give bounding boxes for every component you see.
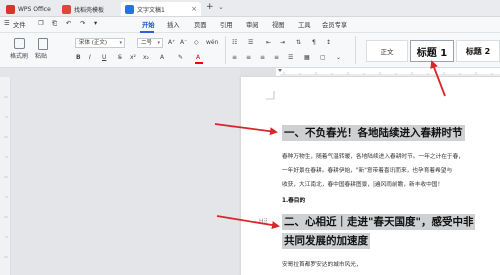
tab-label: 找稻壳模板 [74,6,105,14]
vertical-ruler[interactable] [0,77,11,275]
paste-label[interactable]: 粘贴 [35,52,47,62]
menu-page[interactable]: 页面 [194,20,207,29]
menu-insert[interactable]: 插入 [167,20,180,29]
font-size-select[interactable]: 二号 ▾ [137,38,163,48]
print-icon[interactable]: ⎗ [52,20,57,28]
horizontal-ruler[interactable] [240,68,500,77]
format-painter-icon[interactable] [14,38,25,49]
tab-label: 文字文稿1 [137,6,165,14]
redo-icon[interactable]: ↷ [80,20,85,27]
font-color-bar [195,62,203,64]
more-icon[interactable]: ▾ [94,20,97,27]
align-right-icon[interactable]: ≡ [260,53,265,63]
distribute-icon[interactable]: ☰ [288,53,293,63]
heading-1-text[interactable]: 一、不负春光！各地陆续进入春耕时节 [282,125,465,141]
border-icon[interactable]: ▢ [320,53,326,63]
font-family-select[interactable]: 宋体 (正文) ▾ [75,38,125,48]
bold-button[interactable]: B [76,53,81,63]
tab-label: WPS Office [18,5,51,13]
shading-icon[interactable]: ▦ [304,53,310,63]
close-tab-icon[interactable]: × [191,5,197,13]
font-effect-icon[interactable]: A [160,53,164,63]
style-heading-2-label: 标题 2 [465,46,491,56]
decrease-indent-icon[interactable]: ⇤ [266,38,271,48]
tab-template[interactable]: 找稻壳模板 [58,2,120,16]
line-spacing-icon[interactable]: ↕ [326,38,331,48]
grow-font-icon[interactable]: A⁺ [168,38,175,48]
ribbon-divider [225,36,226,64]
undo-icon[interactable]: ↶ [66,20,71,27]
vertical-ruler-ticks [4,96,8,258]
shrink-font-icon[interactable]: A⁻ [180,38,187,48]
menu-member[interactable]: 会员专享 [322,20,347,29]
strikethrough-icon[interactable]: S̶ [118,53,122,63]
sort-icon[interactable]: ⇅ [296,38,301,48]
style-heading-1-label: 标题 1 [416,47,448,59]
menu-review[interactable]: 审阅 [246,20,259,29]
style-normal[interactable]: 正文 [366,40,408,62]
underline-button[interactable]: U [102,53,106,63]
paragraph-line[interactable]: 一年好景在春耕。春耕伊始，"新"意带着喜讯而来，也孕育着希望与 [282,168,452,175]
align-left-icon[interactable]: ≡ [232,53,237,63]
wps-logo-icon [6,4,15,14]
phonetic-icon[interactable]: wén [206,38,218,48]
heading-2-line2[interactable]: 共同发展的加速度 [282,233,370,249]
file-menu[interactable]: 文件 [13,20,26,29]
font-family-value: 宋体 (正文) [79,40,108,46]
para-settings-icon[interactable]: ⌄ [336,53,341,63]
tab-list-icon[interactable]: ⌄ [218,3,224,11]
save-icon[interactable]: ❐ [38,20,44,27]
new-tab-button[interactable]: + [206,2,214,12]
menu-home[interactable]: 开始 [142,20,155,29]
menu-view[interactable]: 视图 [272,20,285,29]
drag-handle-icon[interactable]: H⠿ [259,218,268,225]
italic-button[interactable]: I [89,53,91,63]
tab-document[interactable]: 文字文稿1 × [121,2,201,16]
paragraph-line[interactable]: 安哥拉首都罗安达的城市风光， [282,262,362,269]
clear-format-icon[interactable]: ◇ [194,38,199,48]
tab-wps-office[interactable]: WPS Office [2,2,56,16]
style-heading-1[interactable]: 标题 1 [410,40,454,62]
menu-tools[interactable]: 工具 [298,20,311,29]
align-center-icon[interactable]: ≡ [246,53,251,63]
paste-icon[interactable] [38,38,48,50]
superscript-icon[interactable]: x² [130,53,136,63]
ribbon-divider [355,36,356,64]
heading-2-line1[interactable]: 二、心相近｜走进"春天国度"，感受中非 [282,214,476,230]
hamburger-icon[interactable]: ☰ [4,20,10,27]
subheading-text[interactable]: 1.春目的 [282,198,305,205]
page-corner-marks [266,91,275,100]
menu-bar: ☰ 文件 ❐ ⎗ ↶ ↷ ▾ 开始 插入 页面 引用 审阅 视图 工具 会员专享 [0,17,500,33]
menu-reference[interactable]: 引用 [220,20,233,29]
font-size-value: 二号 [141,40,153,46]
document-page[interactable]: 一、不负春光！各地陆续进入春耕时节 春种万物生，随着气温转暖，各地陆续进入春耕时… [241,77,500,275]
writer-doc-icon [125,4,134,14]
ruler-ticks [240,68,500,77]
bullet-list-icon[interactable]: ☷ [232,38,237,48]
justify-icon[interactable]: ≡ [274,53,279,63]
increase-indent-icon[interactable]: ⇥ [280,38,285,48]
highlight-icon[interactable]: ✎ [178,53,183,63]
style-heading-2[interactable]: 标题 2 [456,40,500,62]
style-normal-label: 正文 [380,48,394,56]
paragraph-line[interactable]: 春种万物生，随着气温转暖，各地陆续进入春耕时节。一年之计在于春， [282,154,464,161]
title-bar: WPS Office 找稻壳模板 文字文稿1 × + ⌄ [0,0,500,17]
show-marks-icon[interactable]: ¶ [312,38,316,48]
subscript-icon[interactable]: x₂ [143,53,149,63]
paragraph-line[interactable]: 收获，大江南北，春中国春耕图景，|遍风雨前瞻，新丰收中国！ [282,182,443,189]
template-icon [62,4,71,14]
format-painter-label[interactable]: 格式刷 [10,52,28,62]
numbered-list-icon[interactable]: ☰ [248,38,253,48]
